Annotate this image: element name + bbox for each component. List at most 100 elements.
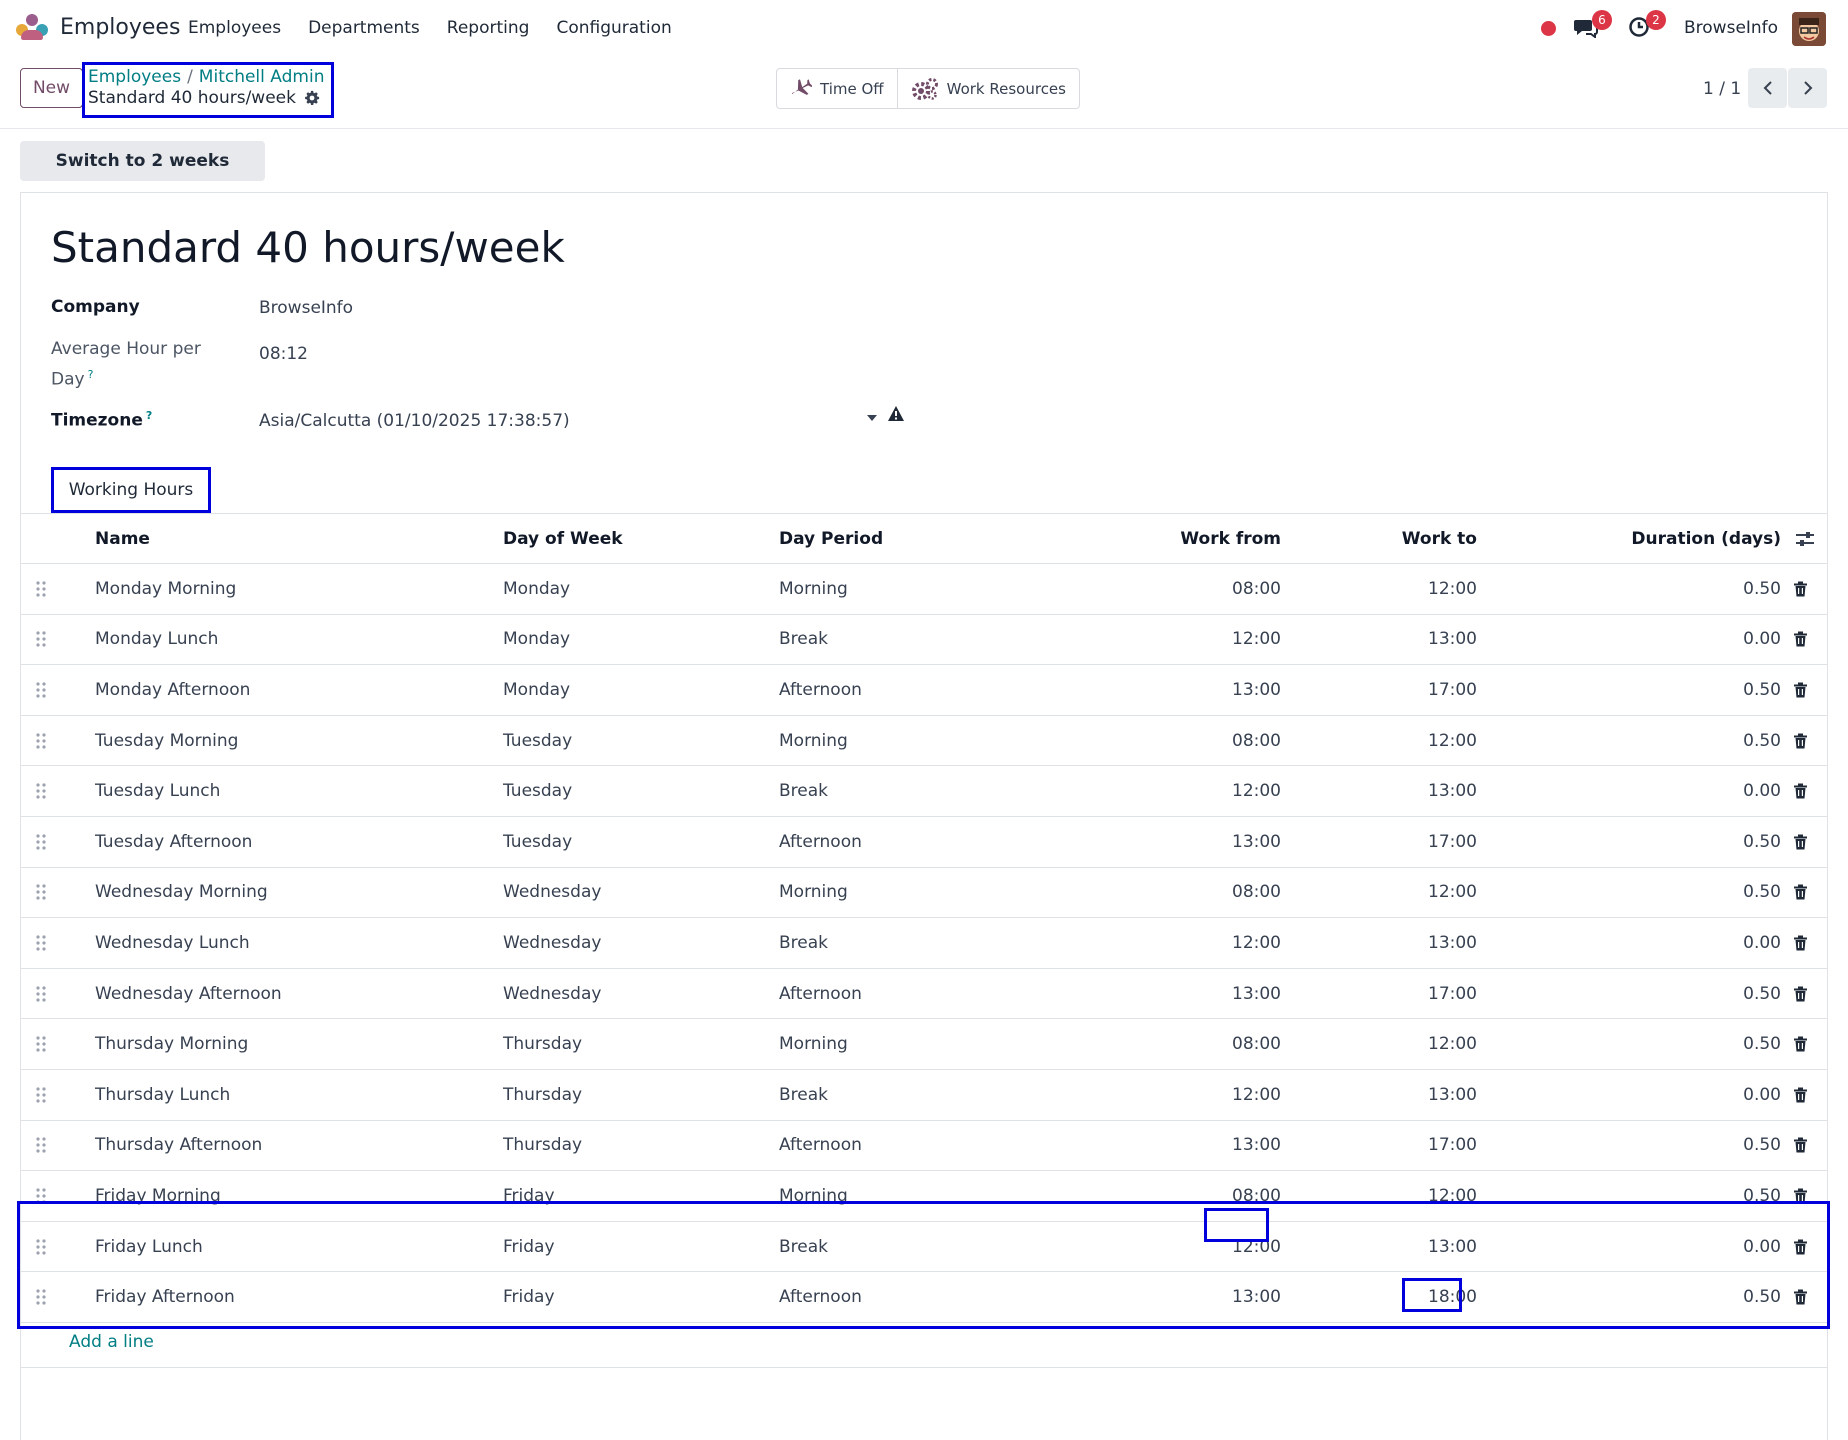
cell-day-of-week[interactable]: Tuesday <box>503 832 572 852</box>
table-row[interactable]: Tuesday Afternoon Tuesday Afternoon 13:00 17… <box>21 817 1827 868</box>
page-title[interactable]: Standard 40 hours/week <box>51 223 565 272</box>
cell-work-to[interactable]: 17:00 <box>1428 832 1477 852</box>
menu-configuration[interactable]: Configuration <box>556 18 671 38</box>
drag-handle-icon[interactable] <box>35 1136 47 1154</box>
cell-name[interactable]: Thursday Afternoon <box>95 1135 262 1155</box>
cell-name[interactable]: Wednesday Lunch <box>95 933 250 953</box>
trash-icon[interactable] <box>1794 834 1807 850</box>
cell-day-period[interactable]: Morning <box>779 579 848 599</box>
cell-work-from[interactable]: 13:00 <box>1232 984 1281 1004</box>
menu-departments[interactable]: Departments <box>308 18 420 38</box>
table-row[interactable]: Wednesday Lunch Wednesday Break 12:00 13:00 0… <box>21 918 1827 969</box>
table-row[interactable]: Monday Morning Monday Morning 08:00 12:00 0.5… <box>21 564 1827 615</box>
cell-day-period[interactable]: Morning <box>779 1034 848 1054</box>
table-row[interactable]: Thursday Afternoon Thursday Afternoon 13:00… <box>21 1121 1827 1172</box>
cell-duration[interactable]: 0.00 <box>1743 629 1781 649</box>
cell-name[interactable]: Thursday Morning <box>95 1034 248 1054</box>
cell-duration[interactable]: 0.50 <box>1743 832 1781 852</box>
breadcrumb-employees[interactable]: Employees <box>88 67 181 87</box>
cell-work-from[interactable]: 12:00 <box>1232 1085 1281 1105</box>
gear-icon[interactable] <box>304 90 320 106</box>
column-header-work-to[interactable]: Work to <box>1402 529 1477 549</box>
cell-day-period[interactable]: Afternoon <box>779 832 862 852</box>
cell-work-from[interactable]: 08:00 <box>1232 731 1281 751</box>
trash-icon[interactable] <box>1794 631 1807 647</box>
help-icon[interactable]: ? <box>146 409 152 422</box>
cell-duration[interactable]: 0.00 <box>1743 933 1781 953</box>
cell-duration[interactable]: 0.00 <box>1743 1085 1781 1105</box>
cell-name[interactable]: Wednesday Afternoon <box>95 984 282 1004</box>
column-header-day-of-week[interactable]: Day of Week <box>503 529 623 549</box>
drag-handle-icon[interactable] <box>35 732 47 750</box>
cell-work-to[interactable]: 13:00 <box>1428 1085 1477 1105</box>
messages-button[interactable]: 6 <box>1574 10 1612 40</box>
cell-work-from[interactable]: 12:00 <box>1232 933 1281 953</box>
cell-day-period[interactable]: Break <box>779 933 828 953</box>
drag-handle-icon[interactable] <box>35 630 47 648</box>
cell-day-of-week[interactable]: Thursday <box>503 1085 582 1105</box>
cell-duration[interactable]: 0.50 <box>1743 731 1781 751</box>
chevron-down-icon[interactable] <box>867 415 877 421</box>
cell-day-period[interactable]: Break <box>779 781 828 801</box>
drag-handle-icon[interactable] <box>35 782 47 800</box>
column-header-name[interactable]: Name <box>95 529 150 549</box>
cell-day-of-week[interactable]: Wednesday <box>503 984 601 1004</box>
trash-icon[interactable] <box>1794 783 1807 799</box>
trash-icon[interactable] <box>1794 1036 1807 1052</box>
switch-two-weeks-button[interactable]: Switch to 2 weeks calendar <box>20 141 265 211</box>
cell-name[interactable]: Monday Afternoon <box>95 680 250 700</box>
cell-work-to[interactable]: 17:00 <box>1428 680 1477 700</box>
trash-icon[interactable] <box>1794 986 1807 1002</box>
cell-day-period[interactable]: Afternoon <box>779 680 862 700</box>
cell-duration[interactable]: 0.50 <box>1743 680 1781 700</box>
cell-work-from[interactable]: 12:00 <box>1232 781 1281 801</box>
table-row[interactable]: Thursday Lunch Thursday Break 12:00 13:00 0.0… <box>21 1070 1827 1121</box>
cell-day-of-week[interactable]: Thursday <box>503 1034 582 1054</box>
column-header-work-from[interactable]: Work from <box>1180 529 1281 549</box>
recording-indicator-icon[interactable] <box>1541 21 1556 36</box>
activities-button[interactable]: 2 <box>1628 10 1666 40</box>
avatar[interactable] <box>1792 12 1826 46</box>
average-hour-field[interactable]: 08:12 <box>259 344 308 364</box>
optional-columns-icon[interactable] <box>1795 530 1815 548</box>
breadcrumb-mitchell-admin[interactable]: Mitchell Admin <box>199 67 325 87</box>
cell-day-period[interactable]: Morning <box>779 731 848 751</box>
cell-day-period[interactable]: Afternoon <box>779 1135 862 1155</box>
pager-value[interactable]: 1 / 1 <box>1703 79 1741 99</box>
cell-day-of-week[interactable]: Monday <box>503 579 570 599</box>
cell-duration[interactable]: 0.50 <box>1743 579 1781 599</box>
cell-work-from[interactable]: 13:00 <box>1232 680 1281 700</box>
drag-handle-icon[interactable] <box>35 580 47 598</box>
cell-day-period[interactable]: Break <box>779 1085 828 1105</box>
cell-duration[interactable]: 0.50 <box>1743 882 1781 902</box>
drag-handle-icon[interactable] <box>35 1035 47 1053</box>
table-row[interactable]: Tuesday Lunch Tuesday Break 12:00 13:00 0.00 <box>21 766 1827 817</box>
cell-work-to[interactable]: 13:00 <box>1428 629 1477 649</box>
cell-name[interactable]: Wednesday Morning <box>95 882 268 902</box>
trash-icon[interactable] <box>1794 1087 1807 1103</box>
cell-work-to[interactable]: 17:00 <box>1428 1135 1477 1155</box>
timezone-select[interactable]: Asia/Calcutta (01/10/2025 17:38:57) <box>259 411 570 431</box>
time-off-button[interactable]: Time Off <box>777 69 897 108</box>
cell-work-to[interactable]: 12:00 <box>1428 882 1477 902</box>
cell-duration[interactable]: 0.00 <box>1743 781 1781 801</box>
trash-icon[interactable] <box>1794 682 1807 698</box>
user-menu[interactable]: BrowseInfo <box>1684 18 1778 38</box>
table-row[interactable]: Monday Lunch Monday Break 12:00 13:00 0.00 <box>21 615 1827 666</box>
drag-handle-icon[interactable] <box>35 883 47 901</box>
menu-employees[interactable]: Employees <box>188 18 281 38</box>
trash-icon[interactable] <box>1794 935 1807 951</box>
company-field[interactable]: BrowseInfo <box>259 298 353 318</box>
cell-work-from[interactable]: 08:00 <box>1232 579 1281 599</box>
cell-work-to[interactable]: 12:00 <box>1428 1034 1477 1054</box>
cell-day-of-week[interactable]: Tuesday <box>503 731 572 751</box>
cell-work-from[interactable]: 08:00 <box>1232 882 1281 902</box>
trash-icon[interactable] <box>1794 1137 1807 1153</box>
table-row[interactable]: Thursday Morning Thursday Morning 08:00 12:0… <box>21 1019 1827 1070</box>
table-row[interactable]: Wednesday Morning Wednesday Morning 08:00 12… <box>21 868 1827 919</box>
cell-day-of-week[interactable]: Thursday <box>503 1135 582 1155</box>
pager-next-button[interactable] <box>1788 68 1827 108</box>
trash-icon[interactable] <box>1794 733 1807 749</box>
cell-day-period[interactable]: Break <box>779 629 828 649</box>
new-button[interactable]: New <box>20 68 83 108</box>
